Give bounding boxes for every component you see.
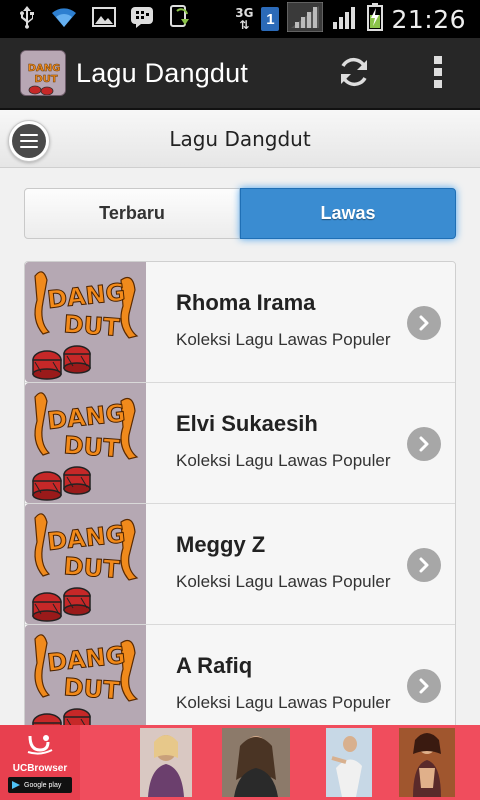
page-title: Lagu Dangdut	[169, 126, 311, 151]
artist-list: DANG DUT Rhoma Irama Koleksi Lagu Lawas P…	[24, 261, 456, 731]
item-subtitle: Koleksi Lagu Lawas Populer	[176, 572, 391, 591]
chevron-right-icon	[407, 548, 441, 582]
list-item[interactable]: DANG DUT Meggy Z Koleksi Lagu Lawas Popul…	[25, 504, 455, 625]
ad-image[interactable]	[222, 728, 290, 797]
usb-icon	[18, 5, 36, 34]
app-title: Lagu Dangdut	[76, 57, 249, 88]
refresh-button[interactable]	[332, 52, 376, 96]
wifi-icon	[50, 5, 78, 34]
list-item[interactable]: DANG DUT A Rafiq Koleksi Lagu Lawas Popul…	[25, 625, 455, 730]
app-logo[interactable]: DANG DUT	[20, 50, 66, 96]
item-subtitle: Koleksi Lagu Lawas Populer	[176, 451, 391, 470]
chevron-right-icon	[407, 427, 441, 461]
overflow-menu-button[interactable]	[416, 52, 460, 96]
dangdut-thumbnail: DANG DUT	[25, 504, 146, 624]
chevron-right-icon	[407, 669, 441, 703]
list-item[interactable]: DANG DUT Elvi Sukaesih Koleksi Lagu Lawas…	[25, 383, 455, 504]
svg-text:DANG: DANG	[28, 63, 61, 74]
play-store-icon	[12, 781, 20, 789]
sim-indicator: 1	[261, 7, 280, 31]
ad-image[interactable]	[399, 728, 455, 797]
network-type-indicator: 3G ⇅	[235, 6, 254, 32]
ad-brand-name: UCBrowser	[12, 763, 68, 774]
list-item[interactable]: DANG DUT Rhoma Irama Koleksi Lagu Lawas P…	[25, 262, 455, 383]
svg-text:DUT: DUT	[63, 552, 121, 584]
item-subtitle: Koleksi Lagu Lawas Populer	[176, 693, 391, 712]
ad-image[interactable]	[140, 728, 192, 797]
sub-header: Lagu Dangdut	[0, 110, 480, 168]
svg-text:DUT: DUT	[63, 310, 121, 342]
tab-terbaru[interactable]: Terbaru	[24, 188, 240, 239]
refresh-icon	[336, 54, 372, 95]
tab-lawas[interactable]: Lawas	[240, 188, 456, 239]
google-play-badge[interactable]: Google play	[8, 777, 72, 793]
clock: 21:26	[391, 4, 466, 34]
segmented-tabs: Terbaru Lawas	[24, 188, 456, 239]
dangdut-thumbnail: DANG DUT	[25, 262, 146, 382]
svg-text:DUT: DUT	[63, 431, 121, 463]
dangdut-thumbnail: DANG DUT	[25, 625, 146, 730]
bbm-icon	[130, 5, 154, 34]
hamburger-icon	[12, 124, 46, 158]
item-title: A Rafiq	[176, 653, 253, 678]
download-update-icon	[168, 4, 192, 34]
signal-sim1-icon	[286, 1, 324, 37]
item-title: Rhoma Irama	[176, 290, 316, 315]
ad-image[interactable]	[326, 728, 372, 797]
google-play-label: Google play	[24, 781, 62, 789]
more-vert-icon	[433, 55, 443, 94]
action-bar: DANG DUT Lagu Dangdut	[0, 38, 480, 110]
ad-brand[interactable]: UCBrowser Google play	[0, 725, 80, 800]
item-title: Elvi Sukaesih	[176, 411, 318, 436]
gallery-icon	[92, 6, 116, 33]
dangdut-thumbnail: DANG DUT	[25, 383, 146, 503]
ad-banner[interactable]: UCBrowser Google play	[0, 725, 480, 800]
status-bar: 3G ⇅ 1 21:26	[0, 0, 480, 38]
svg-text:DUT: DUT	[63, 673, 121, 705]
svg-text:DUT: DUT	[34, 74, 57, 85]
side-menu-button[interactable]	[8, 120, 50, 162]
battery-charging-icon	[367, 2, 384, 36]
uc-browser-icon	[26, 732, 54, 761]
chevron-right-icon	[407, 306, 441, 340]
item-subtitle: Koleksi Lagu Lawas Populer	[176, 330, 391, 349]
item-title: Meggy Z	[176, 532, 266, 557]
signal-sim2-icon	[331, 4, 359, 35]
